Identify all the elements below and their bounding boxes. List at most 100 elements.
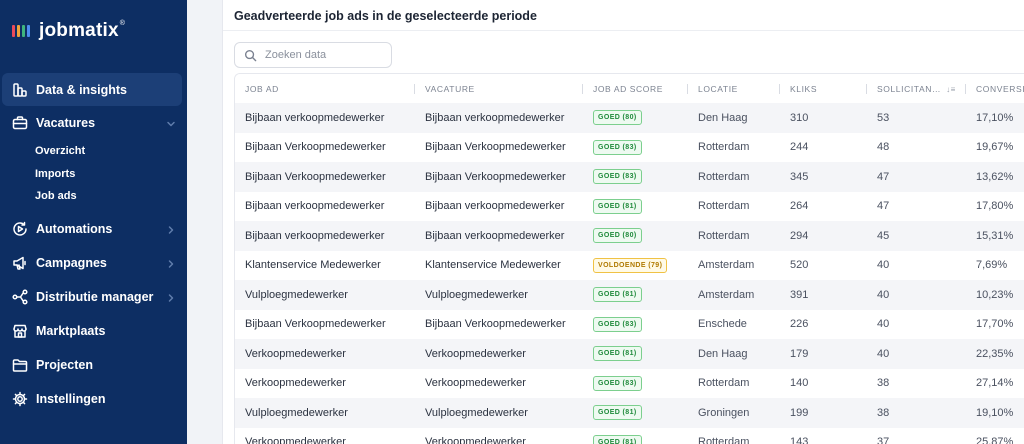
sidebar-subitem-job-ads[interactable]: Job ads bbox=[35, 185, 187, 208]
store-icon bbox=[12, 323, 28, 339]
sidebar-item-data-insights[interactable]: Data & insights bbox=[2, 73, 182, 106]
sidebar-item-label: Marktplaats bbox=[36, 323, 106, 338]
cell-sollicitanten: 45 bbox=[867, 221, 966, 251]
score-badge: GOED (83) bbox=[593, 169, 642, 185]
score-badge: VOLDOENDE (79) bbox=[593, 257, 668, 273]
gear-icon bbox=[12, 391, 28, 407]
logo[interactable]: jobmatix® bbox=[12, 20, 125, 42]
cell-locatie: Rotterdam bbox=[688, 368, 780, 398]
cell-kliks: 391 bbox=[780, 280, 867, 310]
search-input[interactable] bbox=[265, 49, 375, 61]
column-header-locatie[interactable]: LOCATIE bbox=[688, 74, 780, 103]
share-nodes-icon bbox=[12, 288, 28, 305]
table-row[interactable]: Verkoopmedewerker Verkoopmedewerker GOED (… bbox=[235, 339, 1024, 369]
column-header-job-ad[interactable]: JOB AD bbox=[235, 74, 415, 103]
table-row[interactable]: Bijbaan Verkoopmedewerker Bijbaan Verkoop… bbox=[235, 309, 1024, 339]
cell-locatie: Rotterdam bbox=[688, 162, 780, 192]
cell-job-ad: Bijbaan Verkoopmedewerker bbox=[235, 162, 415, 192]
logo-text: jobmatix® bbox=[39, 20, 126, 41]
table-row[interactable]: Verkoopmedewerker Verkoopmedewerker GOED (… bbox=[235, 427, 1024, 444]
cell-sollicitanten: 53 bbox=[867, 103, 966, 133]
job-ads-panel: Geadverteerde job ads in de geselecteerd… bbox=[222, 0, 1024, 444]
cell-job-ad: Bijbaan verkoopmedewerker bbox=[235, 103, 415, 133]
sidebar-item-automations[interactable]: Automations bbox=[0, 212, 187, 246]
cell-job-ad-score: GOED (81) bbox=[583, 191, 688, 221]
job-ads-table: JOB AD VACATURE JOB AD SCORE LOCATIE KLI… bbox=[235, 74, 1024, 444]
logo-bar bbox=[12, 25, 15, 37]
sort-descending-icon[interactable]: ↓≡ bbox=[946, 85, 956, 94]
column-header-kliks[interactable]: KLIKS bbox=[780, 74, 867, 103]
cell-job-ad-score: GOED (81) bbox=[583, 339, 688, 369]
cell-locatie: Rotterdam bbox=[688, 191, 780, 221]
chevron-down-icon[interactable] bbox=[166, 118, 176, 128]
cell-sollicitanten: 40 bbox=[867, 339, 966, 369]
cell-vacature: Verkoopmedewerker bbox=[415, 368, 583, 398]
cell-locatie: Amsterdam bbox=[688, 280, 780, 310]
sidebar-item-instellingen[interactable]: Instellingen bbox=[0, 382, 187, 416]
cell-conversie: 15,31% bbox=[966, 221, 1024, 251]
chevron-right-icon[interactable] bbox=[166, 224, 176, 234]
column-header-vacature[interactable]: VACATURE bbox=[415, 74, 583, 103]
cell-job-ad: Verkoopmedewerker bbox=[235, 368, 415, 398]
table-row[interactable]: Bijbaan Verkoopmedewerker Bijbaan Verkoop… bbox=[235, 162, 1024, 192]
table-row[interactable]: Klantenservice Medewerker Klantenservice … bbox=[235, 250, 1024, 280]
cell-vacature: Bijbaan Verkoopmedewerker bbox=[415, 162, 583, 192]
score-badge: GOED (81) bbox=[593, 405, 642, 421]
cell-job-ad-score: GOED (83) bbox=[583, 162, 688, 192]
chevron-right-icon[interactable] bbox=[166, 258, 176, 268]
sidebar-subitem-imports[interactable]: Imports bbox=[35, 163, 187, 186]
table-row[interactable]: Vulploegmedewerker Vulploegmedewerker GOED… bbox=[235, 398, 1024, 428]
sidebar-subitem-overzicht[interactable]: Overzicht bbox=[35, 140, 187, 163]
cell-vacature: Verkoopmedewerker bbox=[415, 427, 583, 444]
sidebar-item-vacatures[interactable]: Vacatures bbox=[0, 106, 187, 140]
logo-bars-icon bbox=[12, 25, 30, 37]
sidebar-item-marktplaats[interactable]: Marktplaats bbox=[0, 314, 187, 348]
sidebar-item-label: Projecten bbox=[36, 357, 93, 372]
cell-conversie: 17,80% bbox=[966, 191, 1024, 221]
table-row[interactable]: Bijbaan verkoopmedewerker Bijbaan verkoop… bbox=[235, 221, 1024, 251]
table-row[interactable]: Bijbaan verkoopmedewerker Bijbaan verkoop… bbox=[235, 103, 1024, 133]
cell-vacature: Verkoopmedewerker bbox=[415, 339, 583, 369]
cell-sollicitanten: 47 bbox=[867, 162, 966, 192]
cell-job-ad: Bijbaan Verkoopmedewerker bbox=[235, 132, 415, 162]
table-row[interactable]: Bijbaan Verkoopmedewerker Bijbaan Verkoop… bbox=[235, 132, 1024, 162]
table-row[interactable]: Vulploegmedewerker Vulploegmedewerker GOED… bbox=[235, 280, 1024, 310]
table-row[interactable]: Bijbaan verkoopmedewerker Bijbaan verkoop… bbox=[235, 191, 1024, 221]
panel-title: Geadverteerde job ads in de geselecteerd… bbox=[234, 9, 537, 23]
cell-kliks: 140 bbox=[780, 368, 867, 398]
cell-locatie: Groningen bbox=[688, 398, 780, 428]
column-header-sollicitanten[interactable]: SOLLICITAN… ↓≡ bbox=[867, 74, 966, 103]
cell-locatie: Amsterdam bbox=[688, 250, 780, 280]
chevron-right-icon[interactable] bbox=[166, 292, 176, 302]
sidebar-item-label: Data & insights bbox=[36, 82, 127, 97]
cell-kliks: 226 bbox=[780, 309, 867, 339]
sidebar-nav: Data & insights Vacatures Overzicht Impo… bbox=[0, 73, 187, 416]
score-badge: GOED (83) bbox=[593, 316, 642, 332]
sidebar: jobmatix® Data & insights Vacatures Over… bbox=[0, 0, 187, 444]
search-box[interactable] bbox=[234, 42, 392, 68]
cell-locatie: Rotterdam bbox=[688, 427, 780, 444]
logo-bar bbox=[27, 25, 30, 37]
sidebar-item-campagnes[interactable]: Campagnes bbox=[0, 246, 187, 280]
cell-kliks: 264 bbox=[780, 191, 867, 221]
sidebar-item-projecten[interactable]: Projecten bbox=[0, 348, 187, 382]
cell-vacature: Vulploegmedewerker bbox=[415, 398, 583, 428]
column-header-conversie[interactable]: CONVERSIE bbox=[966, 74, 1024, 103]
search-icon bbox=[244, 49, 257, 61]
logo-bar bbox=[22, 25, 25, 37]
cell-job-ad-score: GOED (80) bbox=[583, 103, 688, 133]
score-badge: GOED (81) bbox=[593, 346, 642, 362]
column-header-job-ad-score[interactable]: JOB AD SCORE bbox=[583, 74, 688, 103]
cell-kliks: 244 bbox=[780, 132, 867, 162]
megaphone-icon bbox=[12, 255, 28, 271]
cell-kliks: 520 bbox=[780, 250, 867, 280]
cell-kliks: 345 bbox=[780, 162, 867, 192]
cell-conversie: 22,35% bbox=[966, 339, 1024, 369]
divider bbox=[223, 30, 1024, 31]
table-row[interactable]: Verkoopmedewerker Verkoopmedewerker GOED (… bbox=[235, 368, 1024, 398]
cell-sollicitanten: 40 bbox=[867, 309, 966, 339]
cell-sollicitanten: 40 bbox=[867, 250, 966, 280]
score-badge: GOED (81) bbox=[593, 198, 642, 214]
sidebar-item-distributie-manager[interactable]: Distributie manager bbox=[0, 280, 187, 314]
cell-sollicitanten: 48 bbox=[867, 132, 966, 162]
